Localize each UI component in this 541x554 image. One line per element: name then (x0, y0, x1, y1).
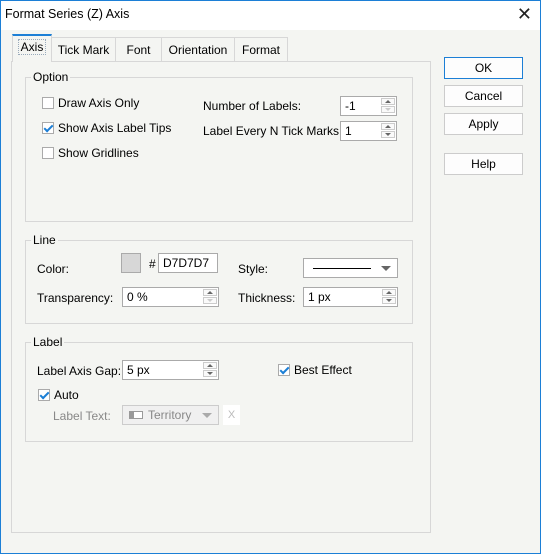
option-group-title: Option (31, 70, 71, 84)
spin-up-icon[interactable] (381, 123, 395, 130)
spin-down-icon[interactable] (382, 297, 396, 304)
spin-up-icon[interactable] (381, 98, 395, 105)
spin-down-icon[interactable] (203, 297, 217, 304)
color-hex-input[interactable]: D7D7D7 (158, 253, 218, 273)
number-of-labels-label: Number of Labels: (203, 99, 302, 113)
label-every-n-spin-buttons[interactable] (381, 123, 395, 139)
spin-down-icon[interactable] (203, 370, 217, 377)
number-of-labels-spinner[interactable]: -1 (340, 96, 397, 116)
show-gridlines-label: Show Gridlines (58, 146, 139, 160)
ok-button[interactable]: OK (444, 57, 523, 79)
draw-axis-only-checkbox[interactable] (42, 97, 54, 109)
label-group-title: Label (31, 335, 65, 349)
label-every-n-label: Label Every N Tick Marks: (203, 124, 343, 138)
line-style-dropdown[interactable] (303, 258, 398, 278)
spin-down-icon[interactable] (381, 106, 395, 113)
thickness-spin-buttons[interactable] (382, 289, 396, 305)
help-button[interactable]: Help (444, 153, 523, 175)
draw-axis-only-label: Draw Axis Only (58, 96, 140, 110)
spin-up-icon[interactable] (203, 289, 217, 296)
label-axis-gap-spinner[interactable]: 5 px (122, 360, 219, 380)
label-text-label: Label Text: (53, 409, 111, 423)
transparency-spinner[interactable]: 0 % (122, 287, 219, 307)
label-every-n-spinner[interactable]: 1 (340, 121, 397, 141)
tab-format[interactable]: Format (234, 37, 288, 61)
label-axis-gap-spin-buttons[interactable] (203, 362, 217, 378)
tab-axis-label: Axis (17, 39, 47, 55)
auto-checkbox[interactable] (38, 389, 50, 401)
line-group-title: Line (31, 233, 58, 247)
transparency-label: Transparency: (37, 291, 114, 305)
solid-line-preview (313, 268, 371, 269)
label-axis-gap-label: Label Axis Gap: (37, 364, 122, 378)
best-effect-label: Best Effect (294, 363, 352, 377)
tab-axis[interactable]: Axis (12, 34, 52, 62)
line-group: Line (25, 233, 413, 324)
chevron-down-icon (381, 266, 391, 271)
thickness-label: Thickness: (238, 291, 296, 305)
style-label: Style: (238, 262, 269, 276)
apply-button[interactable]: Apply (444, 113, 523, 135)
color-swatch[interactable] (121, 253, 141, 273)
spin-down-icon[interactable] (381, 131, 395, 138)
chevron-down-icon (202, 413, 212, 418)
best-effect-checkbox[interactable] (278, 364, 290, 376)
color-hash: # (149, 257, 156, 271)
title-bar: Format Series (Z) Axis ✕ (1, 1, 540, 30)
dialog-title: Format Series (Z) Axis (5, 7, 130, 21)
label-axis-gap-value: 5 px (127, 363, 150, 377)
label-group: Label (25, 335, 413, 442)
color-label: Color: (37, 262, 70, 276)
number-of-labels-spin-buttons[interactable] (381, 98, 395, 114)
label-text-value: Territory (148, 408, 192, 422)
show-axis-label-tips-checkbox[interactable] (42, 122, 54, 134)
close-icon[interactable]: ✕ (517, 4, 532, 24)
tab-tick-mark[interactable]: Tick Mark (51, 37, 116, 61)
field-icon (129, 411, 143, 419)
transparency-value: 0 % (127, 290, 148, 304)
auto-label: Auto (54, 388, 79, 402)
tab-font[interactable]: Font (115, 37, 162, 61)
label-text-dropdown[interactable]: Territory (122, 405, 219, 425)
show-axis-label-tips-label: Show Axis Label Tips (58, 121, 172, 135)
thickness-spinner[interactable]: 1 px (303, 287, 398, 307)
clear-label-text-icon[interactable]: X (223, 405, 240, 425)
label-every-n-value: 1 (345, 124, 352, 138)
cancel-button[interactable]: Cancel (444, 85, 523, 107)
number-of-labels-value: -1 (345, 99, 356, 113)
thickness-value: 1 px (308, 290, 331, 304)
dialog-window: Format Series (Z) Axis ✕ Axis Tick Mark … (0, 0, 541, 554)
spin-up-icon[interactable] (203, 362, 217, 369)
spin-up-icon[interactable] (382, 289, 396, 296)
show-gridlines-checkbox[interactable] (42, 147, 54, 159)
transparency-spin-buttons[interactable] (203, 289, 217, 305)
tab-orientation[interactable]: Orientation (161, 37, 235, 61)
